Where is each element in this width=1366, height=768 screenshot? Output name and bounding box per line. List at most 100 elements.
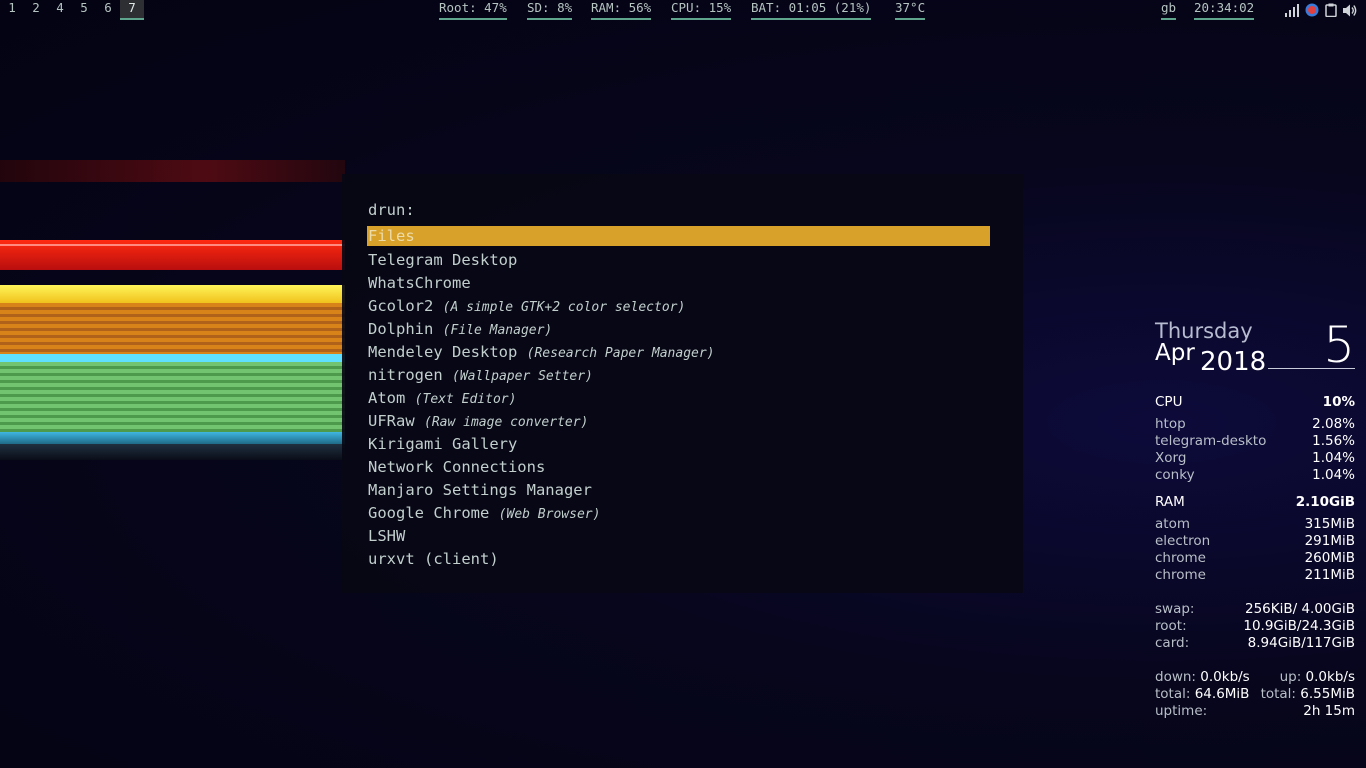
launcher-entry[interactable]: Kirigami Gallery [367, 433, 990, 456]
entry-name: Kirigami Gallery [368, 435, 518, 453]
year: 2018 [1200, 347, 1267, 377]
launcher-entry[interactable]: Manjaro Settings Manager [367, 479, 990, 502]
entry-description: (Research Paper Manager) [526, 346, 715, 361]
launcher-entry[interactable]: nitrogen (Wallpaper Setter) [367, 364, 990, 387]
entry-description: (Wallpaper Setter) [452, 369, 593, 384]
down-speed: down: 0.0kb/s [1155, 669, 1250, 685]
launcher-entry[interactable]: Google Chrome (Web Browser) [367, 502, 990, 525]
process-name: atom [1155, 516, 1190, 532]
launcher-entry[interactable]: Gcolor2 (A simple GTK+2 color selector) [367, 295, 990, 318]
workspace-4[interactable]: 4 [48, 0, 72, 20]
process-value: 291MiB [1304, 533, 1355, 549]
launcher-entry[interactable]: Atom (Text Editor) [367, 387, 990, 410]
workspace-1[interactable]: 1 [0, 0, 24, 20]
signal-icon[interactable] [1284, 3, 1299, 17]
storage-name: root: [1155, 618, 1187, 634]
total-up: total: 6.55MiB [1260, 686, 1355, 702]
storage-value: 10.9GiB/24.3GiB [1243, 618, 1355, 634]
launcher-entry[interactable]: UFRaw (Raw image converter) [367, 410, 990, 433]
cpu-process-row: conky 1.04% [1155, 467, 1355, 484]
process-value: 260MiB [1304, 550, 1355, 566]
process-name: telegram-deskto [1155, 433, 1267, 449]
temperature-stat: 37°C [895, 0, 926, 20]
wallpaper-streak [0, 303, 345, 355]
cpu-total-row: CPU 10% [1155, 394, 1355, 411]
storage-name: swap: [1155, 601, 1195, 617]
entry-name: UFRaw [368, 412, 415, 430]
system-tray [1284, 2, 1357, 18]
keyboard-layout[interactable]: gb [1161, 0, 1177, 20]
wallpaper-streak [0, 354, 345, 362]
wallpaper-streak [0, 432, 345, 444]
entry-description: (A simple GTK+2 color selector) [442, 300, 686, 315]
storage-row: root: 10.9GiB/24.3GiB [1155, 618, 1355, 635]
process-value: 315MiB [1304, 516, 1355, 532]
cpu-total: 10% [1322, 394, 1355, 410]
launcher-entry[interactable]: Dolphin (File Manager) [367, 318, 990, 341]
cpu-process-row: telegram-deskto 1.56% [1155, 433, 1355, 450]
entry-name: WhatsChrome [368, 274, 471, 292]
storage-value: 8.94GiB/117GiB [1247, 635, 1355, 651]
entry-name: nitrogen [368, 366, 443, 384]
launcher-entry[interactable]: WhatsChrome [367, 272, 990, 295]
battery-stat: BAT: 01:05 (21%) [751, 0, 872, 20]
storage-row: card: 8.94GiB/117GiB [1155, 635, 1355, 652]
up-speed: up: 0.0kb/s [1279, 669, 1355, 685]
launcher-entry[interactable]: Mendeley Desktop (Research Paper Manager… [367, 341, 990, 364]
launcher-entry[interactable]: Files [367, 226, 990, 246]
cpu-process-row: htop 2.08% [1155, 416, 1355, 433]
entry-description: (File Manager) [442, 323, 553, 338]
process-name: electron [1155, 533, 1211, 549]
cpu-usage-stat: CPU: 15% [671, 0, 732, 20]
ram-process-row: chrome 260MiB [1155, 550, 1355, 567]
launcher-entry[interactable]: Telegram Desktop [367, 249, 990, 272]
ram-process-row: chrome 211MiB [1155, 567, 1355, 584]
wallpaper-streak [0, 362, 345, 432]
process-value: 2.08% [1312, 416, 1355, 432]
wallpaper-streaks [0, 120, 345, 480]
cpu-label: CPU [1155, 394, 1183, 410]
workspace-6[interactable]: 6 [96, 0, 120, 20]
rofi-launcher: drun: Files Telegram Desktop WhatsChrome Gc… [342, 174, 1023, 593]
launcher-prompt[interactable]: drun: [368, 201, 415, 219]
sd-usage-stat: SD: 8% [527, 0, 573, 20]
workspace-7[interactable]: 7 [120, 0, 144, 20]
entry-name: LSHW [368, 527, 406, 545]
wallpaper-streak [0, 285, 345, 303]
process-value: 211MiB [1304, 567, 1355, 583]
launcher-entry[interactable]: LSHW [367, 525, 990, 548]
launcher-entry[interactable]: Network Connections [367, 456, 990, 479]
entry-name: Manjaro Settings Manager [368, 481, 592, 499]
ram-process-row: atom 315MiB [1155, 516, 1355, 533]
volume-icon[interactable] [1343, 4, 1357, 17]
entry-name: Google Chrome [368, 504, 490, 522]
entry-description: (Web Browser) [498, 507, 601, 522]
launcher-entry[interactable]: urxvt (client) [367, 548, 990, 571]
ram-total: 2.10GiB [1295, 494, 1355, 510]
month: Apr [1155, 340, 1195, 366]
ram-process-row: electron 291MiB [1155, 533, 1355, 550]
workspace-5[interactable]: 5 [72, 0, 96, 20]
ram-label: RAM [1155, 494, 1185, 510]
record-icon[interactable] [1305, 3, 1319, 17]
process-name: htop [1155, 416, 1186, 432]
process-name: chrome [1155, 550, 1206, 566]
storage-name: card: [1155, 635, 1190, 651]
net-speed-row: down: 0.0kb/s up: 0.0kb/s [1155, 669, 1355, 686]
process-value: 1.56% [1312, 433, 1355, 449]
uptime-row: uptime: 2h 15m [1155, 703, 1355, 720]
entry-name: urxvt (client) [368, 550, 499, 568]
entry-name: Gcolor2 [368, 297, 434, 315]
workspace-2[interactable]: 2 [24, 0, 48, 20]
storage-value: 256KiB/ 4.00GiB [1244, 601, 1355, 617]
clipboard-icon[interactable] [1325, 3, 1337, 17]
wallpaper-streak [0, 244, 345, 246]
process-name: chrome [1155, 567, 1206, 583]
clock[interactable]: 20:34:02 [1194, 0, 1255, 20]
date-underline [1268, 368, 1355, 369]
cpu-process-row: Xorg 1.04% [1155, 450, 1355, 467]
entry-description: (Text Editor) [414, 392, 517, 407]
net-total-row: total: 64.6MiB total: 6.55MiB [1155, 686, 1355, 703]
wallpaper-streak [0, 160, 345, 182]
entry-name: Files [368, 227, 415, 245]
